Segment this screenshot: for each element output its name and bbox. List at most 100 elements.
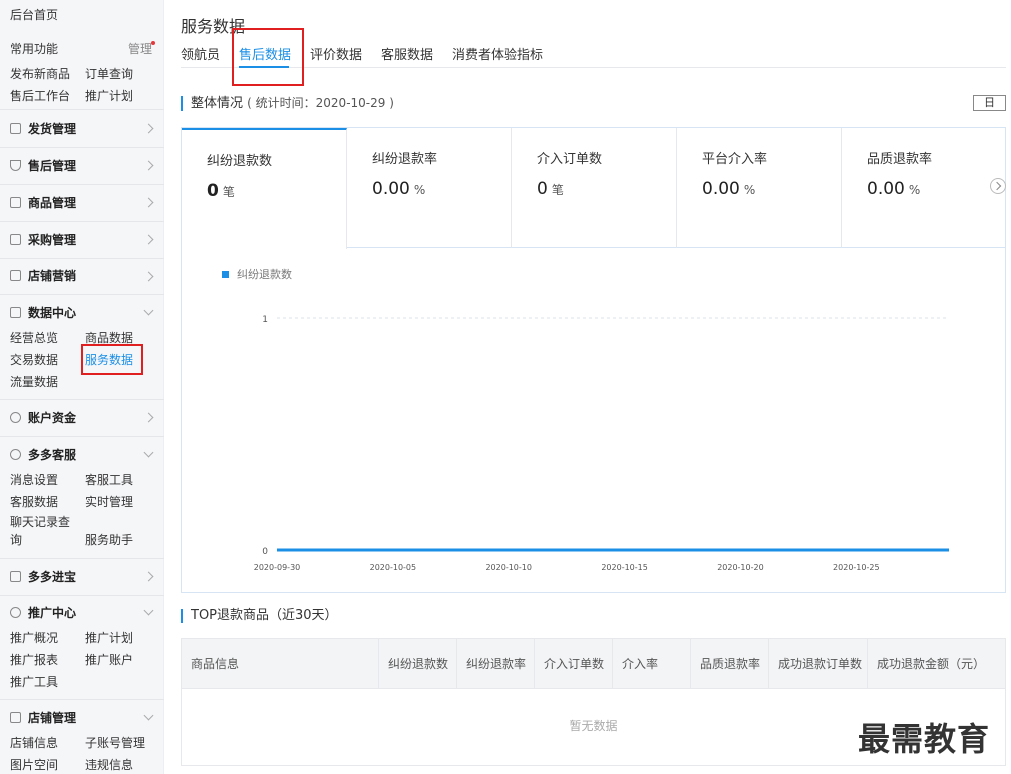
col-dispute-refunds: 纠纷退款数: [379, 639, 457, 689]
chevron-down-icon: [143, 447, 154, 458]
x-tick-label: 2020-10-05: [370, 563, 417, 572]
chevron-right-icon: [143, 571, 154, 582]
col-product-info: 商品信息: [182, 639, 379, 689]
y-tick-label: 1: [262, 315, 268, 325]
top-refund-section-title: TOP退款商品（近30天）: [181, 609, 338, 623]
chevron-right-icon: [143, 412, 154, 423]
chevron-right-icon: [143, 234, 154, 245]
chevron-right-icon: [143, 197, 154, 208]
main-content: 服务数据 领航员 售后数据 评价数据 客服数据 消费者体验指标 整体情况 ( 统…: [164, 0, 1011, 774]
link-promo-tools[interactable]: 推广工具: [10, 673, 58, 690]
link-chat-history[interactable]: 聊天记录查询: [10, 513, 74, 549]
sidebar-group-promotion: 推广中心 推广概况 推广计划 推广报表 推广账户 推广工具: [0, 596, 164, 700]
link-violations[interactable]: 违规信息: [85, 756, 133, 773]
link-promo-account[interactable]: 推广账户: [85, 651, 133, 668]
group-title: 多多客服: [28, 448, 77, 462]
sidebar-group-funds[interactable]: 账户资金: [0, 400, 164, 437]
chevron-right-icon: [143, 271, 154, 281]
group-header[interactable]: 多多客服: [10, 445, 76, 465]
tab-navigator[interactable]: 领航员: [181, 44, 220, 63]
coin-icon: [10, 412, 21, 423]
tab-divider: [181, 67, 1006, 68]
link-realtime-manage[interactable]: 实时管理: [85, 493, 133, 510]
table-header: 商品信息 纠纷退款数 纠纷退款率 介入订单数 介入率 品质退款率 成功退款订单数…: [182, 639, 1005, 689]
link-promo-overview[interactable]: 推广概况: [10, 629, 58, 646]
sidebar-group-products[interactable]: 商品管理: [0, 185, 164, 222]
sidebar-group-store: 店铺管理 店铺信息 子账号管理 图片空间 违规信息: [0, 700, 164, 774]
x-tick-label: 2020-10-25: [833, 563, 880, 572]
link-order-query[interactable]: 订单查询: [85, 65, 133, 82]
group-header[interactable]: 推广中心: [10, 603, 76, 623]
overview-title: 整体情况: [191, 96, 244, 111]
link-cs-tools[interactable]: 客服工具: [85, 471, 133, 488]
share-icon: [10, 607, 21, 618]
period-day-button[interactable]: 日: [973, 95, 1006, 111]
overview-section-title: 整体情况 ( 统计时间：2020-10-29 ): [181, 96, 394, 111]
bag-icon: [10, 197, 21, 208]
group-title: 多多进宝: [28, 570, 77, 584]
link-overview[interactable]: 经营总览: [10, 329, 58, 346]
col-intervention-orders: 介入订单数: [535, 639, 613, 689]
manage-link[interactable]: 管理: [128, 40, 152, 57]
col-quality-refund-rate: 品质退款率: [691, 639, 769, 689]
x-tick-label: 2020-10-15: [601, 563, 648, 572]
link-message-settings[interactable]: 消息设置: [10, 471, 58, 488]
link-aftersale-desk[interactable]: 售后工作台: [10, 87, 70, 104]
gift-icon: [10, 571, 21, 582]
link-store-info[interactable]: 店铺信息: [10, 734, 58, 751]
link-service-assistant[interactable]: 服务助手: [85, 531, 133, 548]
group-header[interactable]: 店铺管理: [10, 708, 76, 728]
group-title: 数据中心: [28, 306, 77, 320]
list-icon: [10, 234, 21, 245]
chevron-right-icon: [143, 123, 154, 134]
group-title: 售后管理: [28, 159, 77, 173]
chevron-down-icon: [143, 305, 154, 316]
sidebar: 后台首页 常用功能 管理 发布新商品 订单查询 售后工作台 推广计划 发货管理 …: [0, 0, 164, 774]
overview-panel: 纠纷退款数 0笔 纠纷退款率 0.00% 介入订单数 0笔 平台介入率 0.00…: [181, 127, 1006, 593]
group-title: 店铺营销: [28, 269, 77, 283]
store-icon: [10, 712, 21, 723]
chevron-down-icon: [143, 605, 154, 616]
link-cs-data[interactable]: 客服数据: [10, 493, 58, 510]
bar-chart-icon: [10, 307, 21, 318]
group-header[interactable]: 数据中心: [10, 303, 76, 323]
link-image-space[interactable]: 图片空间: [10, 756, 58, 773]
highlight-box: [81, 344, 143, 375]
link-sub-accounts[interactable]: 子账号管理: [85, 734, 145, 751]
common-functions: 常用功能 管理 发布新商品 订单查询 售后工作台 推广计划: [0, 30, 164, 110]
notification-dot: [151, 41, 155, 45]
calendar-icon: [10, 270, 21, 281]
tab-cs-data[interactable]: 客服数据: [381, 44, 433, 63]
link-trade-data[interactable]: 交易数据: [10, 351, 58, 368]
link-promo-plan[interactable]: 推广计划: [85, 87, 133, 104]
chevron-right-icon: [143, 160, 154, 171]
col-dispute-rate: 纠纷退款率: [457, 639, 535, 689]
link-promo-plan-2[interactable]: 推广计划: [85, 629, 133, 646]
headset-icon: [10, 449, 21, 460]
document-icon: [10, 123, 21, 134]
col-intervention-rate: 介入率: [613, 639, 691, 689]
link-traffic-data[interactable]: 流量数据: [10, 373, 58, 390]
sidebar-group-aftersale[interactable]: 售后管理: [0, 148, 164, 185]
group-title: 账户资金: [28, 411, 77, 425]
group-title: 发货管理: [28, 122, 77, 136]
sidebar-home-link[interactable]: 后台首页: [10, 6, 58, 23]
sidebar-group-purchase[interactable]: 采购管理: [0, 222, 164, 259]
sidebar-group-marketing[interactable]: 店铺营销: [0, 259, 164, 295]
group-title: 推广中心: [28, 606, 77, 620]
link-promo-report[interactable]: 推广报表: [10, 651, 58, 668]
col-success-refund-amount: 成功退款金额（元）: [877, 656, 986, 671]
link-publish-product[interactable]: 发布新商品: [10, 65, 70, 82]
tab-consumer-experience[interactable]: 消费者体验指标: [452, 44, 543, 63]
col-success-refund-orders: 成功退款订单数: [769, 639, 868, 689]
sidebar-group-jinbao[interactable]: 多多进宝: [0, 559, 164, 596]
common-functions-title: 常用功能: [10, 42, 59, 56]
top-refund-title: TOP退款商品（近30天）: [191, 608, 338, 623]
sidebar-group-shipping[interactable]: 发货管理: [0, 111, 164, 148]
y-tick-label: 0: [262, 547, 268, 557]
group-title: 采购管理: [28, 233, 77, 247]
x-tick-label: 2020-10-20: [717, 563, 764, 572]
group-title: 商品管理: [28, 196, 77, 210]
line-chart: 1 0 2020-09-30 2020-10-05 2020-10-10 2020-10-…: [254, 315, 950, 572]
tab-reviews[interactable]: 评价数据: [310, 44, 362, 63]
